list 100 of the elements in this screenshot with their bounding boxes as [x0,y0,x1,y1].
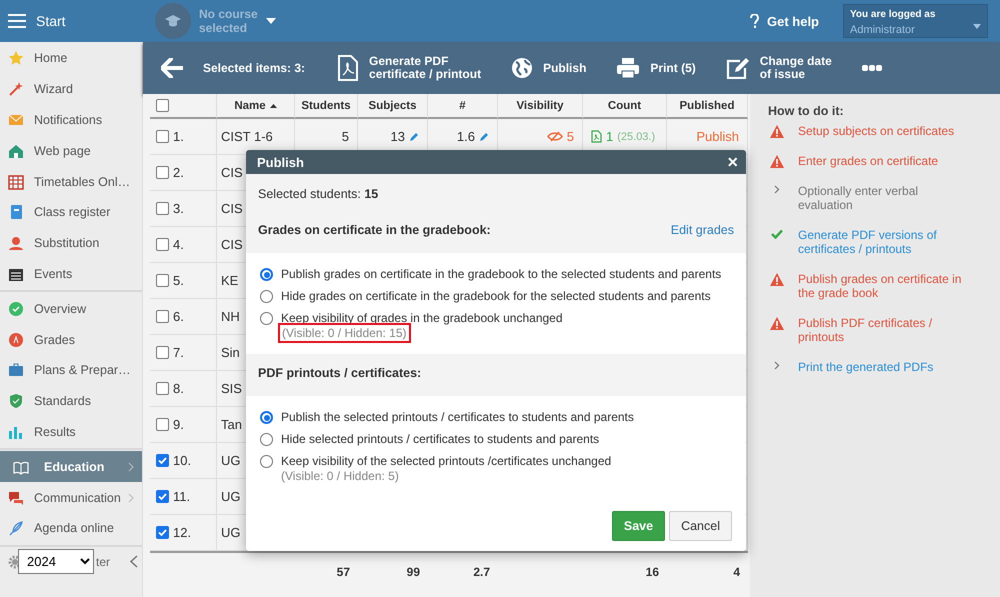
checkbox[interactable] [156,310,169,323]
pdf-file-icon [337,55,360,81]
star-icon [8,50,24,66]
table-cell: 5 [342,129,349,144]
badge-icon [8,332,24,348]
step-link[interactable]: Enter grades on certificate [798,154,938,168]
toolbar-button[interactable]: Print (5) [616,57,696,79]
back-arrow-icon[interactable] [161,58,183,78]
count-note: (Visible: 0 / Hidden: 5) [281,469,399,483]
toolbar-button[interactable]: Publish [511,57,586,79]
row-number: 2. [173,165,184,180]
checkbox[interactable] [156,526,169,539]
table-cell: UG [221,453,240,468]
more-icon[interactable] [862,65,882,71]
checkbox[interactable] [156,99,169,112]
step-link[interactable]: Setup subjects on certificates [798,124,954,138]
checkbox[interactable] [156,274,169,287]
menu-icon[interactable] [8,14,26,28]
house-icon [8,142,24,159]
shield-icon [8,393,24,410]
year-select[interactable]: 2024 [18,549,94,574]
radio-button[interactable] [260,433,273,446]
step-link[interactable]: Publish grades on certificate in the grade book [798,272,966,300]
table-cell: 5 [566,129,574,144]
column-header[interactable]: Subjects [358,94,428,119]
pencil-icon[interactable] [479,132,489,142]
briefcase-icon [8,362,24,378]
save-button[interactable]: Save [612,511,666,541]
sidebar-item[interactable]: Home [0,43,142,74]
checkbox[interactable] [156,454,169,467]
sidebar-item[interactable]: Education [0,451,142,482]
warning-icon [770,273,784,286]
table-cell: UG [221,489,240,504]
row-number: 9. [173,417,184,432]
step-link[interactable]: Optionally enter verbal evaluation [798,184,966,212]
radio-button[interactable] [260,268,273,281]
sidebar-item[interactable]: Timetables Onl… [0,166,142,197]
sidebar-item[interactable]: Web page [0,135,142,166]
edit-grades-link[interactable]: Edit grades [670,223,734,237]
table-cell: Tan [221,417,242,432]
cancel-button[interactable]: Cancel [669,511,732,541]
user-menu[interactable]: You are logged as Administrator [843,4,988,38]
globe-icon [511,57,534,79]
notebook-icon [8,204,24,220]
edit-icon [726,57,750,79]
chevron-left-icon[interactable] [130,555,138,568]
sidebar-item[interactable]: Wizard [0,74,142,105]
sidebar-item[interactable]: Plans & Prepar… [0,354,142,386]
sidebar-item[interactable]: Grades [0,324,142,355]
checkbox[interactable] [156,490,169,503]
close-button[interactable]: × [727,152,738,172]
column-header[interactable]: Name [217,94,295,119]
table-cell: CIS [221,237,243,252]
toolbar-button[interactable]: Change date of issue [726,55,832,81]
person-icon [8,235,24,252]
radio-button[interactable] [260,290,273,303]
warning-icon [770,317,784,330]
caret-icon [266,18,276,24]
column-header[interactable]: # [428,94,498,119]
chevron-right-icon [128,462,134,472]
sidebar-item[interactable]: Communication [0,482,142,513]
table-cell: 13 [390,129,405,144]
checkbox[interactable] [156,418,169,431]
column-header[interactable]: Count [583,94,667,119]
option-label: Hide selected printouts / certificates to students and parents [281,432,600,446]
sidebar-item[interactable]: Standards [0,386,142,417]
sidebar-item[interactable]: Agenda online [0,512,142,544]
table-cell: KE [221,273,238,288]
column-header[interactable]: Published [667,94,748,119]
sidebar-item[interactable]: Class register [0,196,142,228]
pdf-file-icon [591,130,602,143]
sidebar-item[interactable]: Overview [0,293,142,324]
table-cell: Sin [221,345,240,360]
envelope-icon [8,112,24,128]
toolbar-button[interactable]: Generate PDF certificate / printout [337,55,482,81]
table-cell: CIS [221,165,243,180]
checkbox[interactable] [156,238,169,251]
radio-button[interactable] [260,411,273,424]
checkbox[interactable] [156,202,169,215]
sidebar-item[interactable]: Results [0,416,142,448]
help-link[interactable]: Get help [750,14,819,28]
radio-button[interactable] [260,312,273,325]
column-header[interactable]: Visibility [498,94,583,119]
feather-icon [8,520,24,536]
radio-button[interactable] [260,455,273,468]
checkbox[interactable] [156,346,169,359]
sidebar-item[interactable]: Notifications [0,104,142,136]
sidebar-item[interactable]: Events [0,258,142,290]
row-number: 4. [173,237,184,252]
pencil-icon[interactable] [409,132,419,142]
check-icon [771,229,783,239]
sidebar-label: ter [96,554,110,569]
count-note: (Visible: 0 / Hidden: 15) [281,326,408,340]
sidebar-item[interactable]: Substitution [0,228,142,259]
step-link[interactable]: Publish PDF certificates / printouts [798,316,966,344]
column-header[interactable]: Students [295,94,358,119]
checkbox[interactable] [156,166,169,179]
checkbox[interactable] [156,382,169,395]
checkbox[interactable] [156,130,169,143]
app-title: Start [36,13,66,29]
